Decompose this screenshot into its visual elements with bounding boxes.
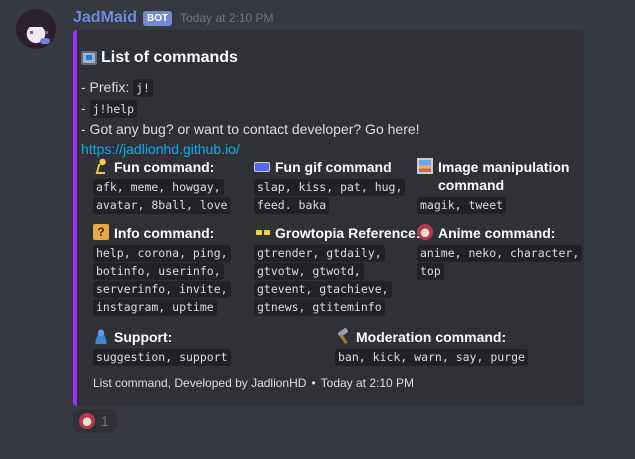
field-value-line: feed. baka bbox=[254, 197, 330, 214]
embed-description: - Prefix: j! - j!help - Got any bug? or … bbox=[81, 77, 420, 159]
user-icon bbox=[93, 328, 109, 344]
avatar-eyes bbox=[30, 31, 48, 34]
desktop-computer-icon bbox=[81, 51, 97, 65]
prefix-code: j! bbox=[133, 79, 153, 97]
field-fun-command: Fun command: afk, meme, howgay, avatar, … bbox=[93, 158, 251, 215]
field-name: Image manipulation command bbox=[438, 159, 570, 193]
field-name: Fun command: bbox=[114, 159, 215, 175]
field-moderation-command: Moderation command: ban, kick, warn, say… bbox=[335, 328, 575, 367]
username[interactable]: JadMaid bbox=[73, 9, 137, 27]
field-value-line: help, corona, ping, bbox=[93, 245, 231, 262]
field-image-manipulation: Image manipulation command magik, tweet bbox=[417, 158, 577, 215]
hammer-icon bbox=[335, 328, 351, 344]
embed-title: List of commands bbox=[101, 49, 238, 66]
sunglasses-icon bbox=[254, 224, 271, 240]
bot-tag: BOT bbox=[143, 10, 173, 26]
message-header: JadMaid BOT Today at 2:10 PM bbox=[73, 9, 274, 27]
field-fun-gif-command: Fun gif command slap, kiss, pat, hug, fe… bbox=[254, 158, 412, 215]
embed: List of commands - Prefix: j! - j!help -… bbox=[73, 30, 584, 406]
avatar-hair bbox=[19, 9, 53, 27]
anime-girl-icon bbox=[417, 224, 433, 240]
field-name: Growtopia Reference: bbox=[275, 225, 421, 241]
footer-separator: • bbox=[311, 376, 316, 390]
field-name: Fun gif command bbox=[275, 159, 392, 175]
footer-text: List command, Developed by JadlionHD bbox=[93, 376, 307, 390]
prefix-label: - Prefix: bbox=[81, 79, 134, 95]
field-value-line: gtvotw, gtwotd, bbox=[254, 263, 364, 280]
field-value-line: gtevent, gtachieve, bbox=[254, 281, 392, 298]
field-value-line: suggestion, support bbox=[93, 349, 231, 366]
message-timestamp: Today at 2:10 PM bbox=[180, 11, 274, 25]
avatar-bow bbox=[40, 38, 50, 44]
field-support: Support: suggestion, support bbox=[93, 328, 313, 367]
reaction-button[interactable]: 1 bbox=[73, 409, 117, 433]
field-anime-command: Anime command: anime, neko, character, t… bbox=[417, 224, 583, 281]
field-value-line: ban, kick, warn, say, purge bbox=[335, 349, 528, 366]
field-growtopia-reference: Growtopia Reference: gtrender, gtdaily, … bbox=[254, 224, 420, 317]
embed-footer: List command, Developed by JadlionHD • Tod… bbox=[93, 376, 414, 390]
help-code: j!help bbox=[89, 100, 138, 118]
field-value-line: top bbox=[417, 263, 444, 280]
field-value-line: serverinfo, invite, bbox=[93, 281, 231, 298]
field-value-line: instagram, uptime bbox=[93, 299, 217, 316]
reaction-count: 1 bbox=[101, 413, 109, 429]
field-name: Moderation command: bbox=[356, 329, 507, 345]
prefix-line: - Prefix: j! bbox=[81, 77, 420, 98]
footer-timestamp: Today at 2:10 PM bbox=[320, 376, 415, 390]
contact-line: - Got any bug? or want to contact develo… bbox=[81, 121, 420, 137]
field-value-line: slap, kiss, pat, hug, bbox=[254, 179, 406, 196]
field-value-line: anime, neko, character, bbox=[417, 245, 583, 262]
anime-girl-icon bbox=[79, 413, 95, 429]
framed-picture-icon bbox=[417, 158, 433, 174]
field-value-line: gtrender, gtdaily, bbox=[254, 245, 385, 262]
field-name: Support: bbox=[114, 329, 173, 345]
field-value-line: gtnews, gtiteminfo bbox=[254, 299, 385, 316]
field-value-line: afk, meme, howgay, bbox=[93, 179, 224, 196]
help-line: - j!help bbox=[81, 98, 420, 119]
field-name: Anime command: bbox=[438, 225, 556, 241]
field-value-line: avatar, 8ball, love bbox=[93, 197, 231, 214]
gif-icon bbox=[254, 162, 270, 172]
field-info-command: ? Info command: help, corona, ping, botin… bbox=[93, 224, 251, 317]
field-name: Info command: bbox=[114, 225, 215, 241]
bot-avatar[interactable] bbox=[16, 9, 56, 49]
question-block-icon: ? bbox=[93, 224, 109, 240]
running-person-icon bbox=[93, 158, 109, 174]
help-prefix: - bbox=[81, 100, 90, 116]
embed-title-row: List of commands bbox=[81, 49, 238, 67]
developer-link[interactable]: https://jadlionhd.github.io/ bbox=[81, 139, 420, 159]
field-value-line: botinfo, userinfo, bbox=[93, 263, 224, 280]
field-value-line: magik, tweet bbox=[417, 197, 507, 214]
